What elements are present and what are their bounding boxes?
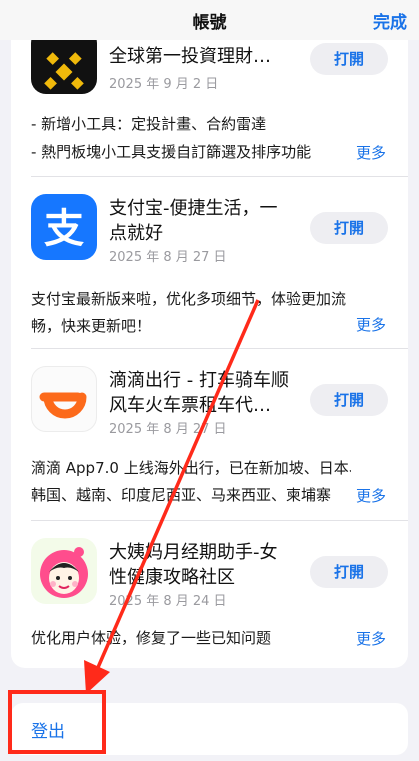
app-name: 支付宝-便捷生活，一 [109, 198, 278, 219]
page-title: 帳號 [192, 13, 227, 33]
release-notes-line: - 熱門板塊小工具支援自訂篩選及排序功能 [31, 143, 312, 161]
app-name: 全球第一投資理財… [109, 46, 271, 67]
app-date: 2025 年 8 月 27 日 [109, 422, 227, 437]
more-link[interactable]: 更多 [356, 142, 386, 163]
app-date: 2025 年 8 月 24 日 [109, 594, 227, 609]
navigation-bar: 帳號 完成 [0, 0, 419, 40]
didi-icon[interactable] [31, 366, 97, 432]
svg-text:支: 支 [44, 206, 84, 252]
dayima-icon[interactable] [31, 538, 97, 604]
app-name: 滴滴出行 - 打车骑车顺 [109, 370, 289, 391]
open-button[interactable]: 打開 [310, 212, 388, 244]
app-name: 性健康攻略社区 [109, 567, 235, 588]
app-name: 风车火车票租车代… [109, 395, 271, 416]
release-notes-line: 优化用户体验，修复了一些已知问题 [31, 629, 272, 647]
app-date: 2025 年 9 月 2 日 [109, 77, 219, 92]
app-row-dayima: 大姨妈月经期助手-女 性健康攻略社区 2025 年 8 月 24 日 打開 优化… [11, 520, 408, 668]
app-date: 2025 年 8 月 27 日 [109, 250, 227, 265]
release-notes-line: 畅，快来更新吧！ [31, 317, 152, 335]
app-row-alipay: 支 支付宝-便捷生活，一 点就好 2025 年 8 月 27 日 打開 支付宝最… [11, 176, 408, 348]
more-link[interactable]: 更多 [356, 314, 386, 335]
annotation-highlight-box [8, 690, 106, 754]
open-button[interactable]: 打開 [310, 43, 388, 75]
open-button[interactable]: 打開 [310, 384, 388, 416]
app-name: 点就好 [109, 223, 163, 244]
app-row-didi: 滴滴出行 - 打车骑车顺 风车火车票租车代… 2025 年 8 月 27 日 打… [11, 348, 408, 520]
release-notes-line: 韩国、越南、印度尼西亚、马来西亚、柬埔寨 [31, 486, 332, 504]
updates-card: 全球第一投資理財… 2025 年 9 月 2 日 打開 - 新增小工具：定投計畫… [11, 0, 408, 668]
open-button[interactable]: 打開 [310, 556, 388, 588]
more-link[interactable]: 更多 [356, 628, 386, 649]
app-name: 大姨妈月经期助手-女 [109, 542, 278, 563]
alipay-icon[interactable]: 支 [31, 194, 97, 260]
more-link[interactable]: 更多 [356, 485, 386, 506]
done-button[interactable]: 完成 [373, 8, 407, 33]
